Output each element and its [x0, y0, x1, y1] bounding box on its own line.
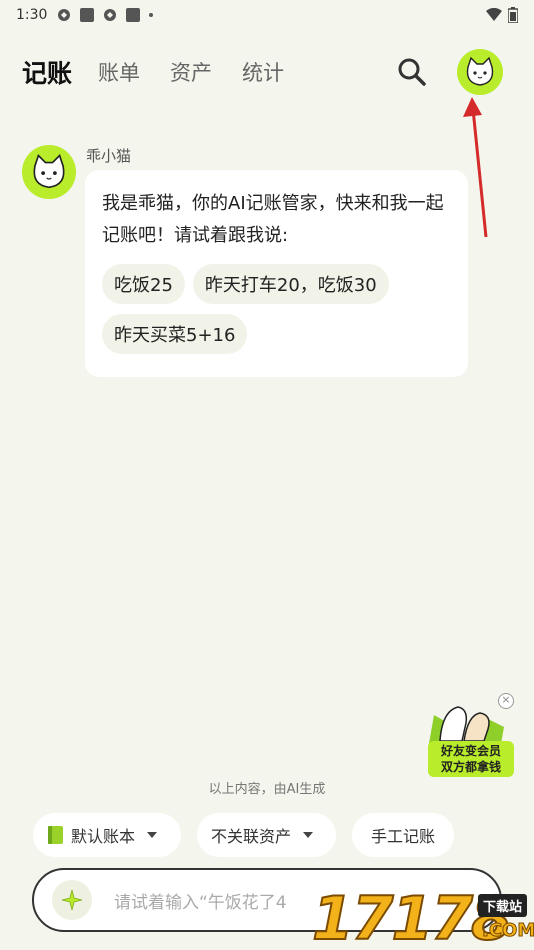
assistant-message-text: 我是乖猫，你的AI记账管家，快来和我一起记账吧！请试着跟我说:: [102, 193, 444, 246]
wifi-icon: [486, 8, 502, 21]
asset-selector[interactable]: 不关联资产: [197, 813, 336, 857]
battery-icon: [508, 7, 518, 23]
sparkle-icon: [61, 889, 83, 911]
app-notification-icon: [80, 8, 95, 22]
top-nav: 记账 账单 资产 统计: [0, 44, 534, 100]
manual-entry-label: 手工记账: [370, 827, 435, 846]
assistant-message-bubble: 我是乖猫，你的AI记账管家，快来和我一起记账吧！请试着跟我说: 吃饭25 昨天打…: [85, 170, 468, 377]
close-icon[interactable]: ×: [498, 693, 514, 709]
status-bar: 1:30: [0, 0, 534, 30]
tab-assets[interactable]: 资产: [170, 57, 212, 87]
ai-disclaimer: 以上内容，由AI生成: [208, 782, 326, 797]
chevron-down-icon: [303, 832, 314, 838]
suggestion-chip[interactable]: 吃饭25: [102, 264, 185, 304]
promo-label: 好友变会员 双方都拿钱: [428, 741, 514, 777]
app-notification-icon: [104, 9, 117, 21]
promo-line2: 双方都拿钱: [440, 760, 501, 774]
promo-line1: 好友变会员: [440, 744, 501, 758]
sender-name: 乖小猫: [86, 147, 132, 165]
asset-selector-label: 不关联资产: [211, 827, 292, 846]
suggestion-chip[interactable]: 昨天打车20，吃饭30: [192, 264, 389, 304]
search-icon[interactable]: [396, 56, 428, 88]
tab-statistics[interactable]: 统计: [242, 57, 284, 87]
watermark-badge: 下载站: [478, 894, 528, 917]
site-watermark: 17178 下载站 .COM: [311, 880, 534, 950]
chevron-down-icon: [147, 832, 158, 838]
referral-promo-widget[interactable]: × 好友变会员 双方都拿钱: [418, 693, 516, 785]
cat-avatar-icon: [466, 56, 494, 86]
ledger-book-icon: [48, 826, 63, 844]
ai-sparkle-button[interactable]: [52, 880, 92, 920]
profile-avatar-button[interactable]: [457, 49, 503, 95]
tab-bills[interactable]: 账单: [98, 57, 140, 87]
cat-avatar-icon: [33, 154, 65, 189]
suggestion-list: 吃饭25 昨天打车20，吃饭30 昨天买菜5+16: [102, 264, 452, 354]
app-notification-icon: [126, 8, 141, 22]
ledger-selector-label: 默认账本: [71, 827, 136, 846]
more-notifications-dot: [149, 13, 154, 17]
status-time: 1:30: [16, 7, 48, 23]
watermark-domain: .COM: [481, 920, 534, 942]
tab-bookkeeping[interactable]: 记账: [22, 54, 72, 90]
app-notification-icon: [58, 9, 71, 21]
ledger-selector[interactable]: 默认账本: [33, 813, 181, 857]
assistant-avatar: [22, 145, 76, 199]
suggestion-chip[interactable]: 昨天买菜5+16: [102, 314, 248, 354]
manual-entry-button[interactable]: 手工记账: [352, 813, 454, 857]
